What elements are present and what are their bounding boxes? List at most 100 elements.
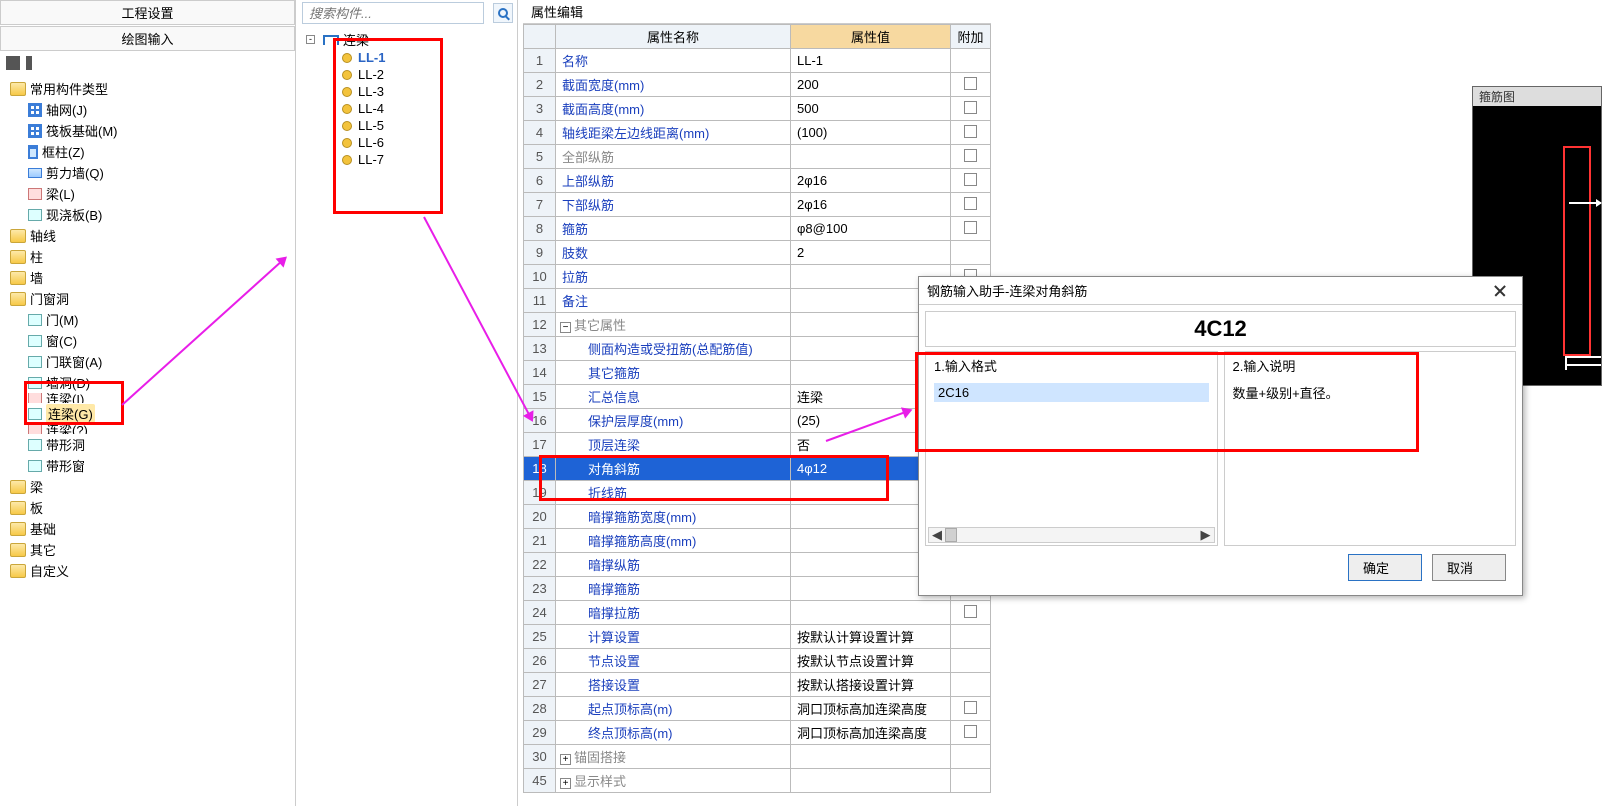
prop-name[interactable]: 暗撑箍筋 — [556, 577, 791, 601]
prop-name[interactable]: −其它属性 — [556, 313, 791, 337]
tree-item-4[interactable]: 梁(L) — [10, 183, 293, 204]
comp-item-2[interactable]: LL-3 — [306, 83, 511, 100]
expand-icon[interactable]: + — [560, 778, 571, 789]
prop-value[interactable]: 按默认节点设置计算 — [791, 649, 951, 673]
prop-name[interactable]: 下部纵筋 — [556, 193, 791, 217]
prop-name[interactable]: 侧面构造或受扭筋(总配筋值) — [556, 337, 791, 361]
prop-value[interactable]: 2φ16 — [791, 193, 951, 217]
h-scrollbar[interactable]: ◀ ▶ — [928, 527, 1215, 543]
panel-header-1[interactable]: 工程设置 — [0, 0, 295, 25]
prop-addon[interactable] — [951, 145, 991, 169]
bottom-folder-0[interactable]: 梁 — [10, 476, 293, 497]
prop-row-27[interactable]: 27 搭接设置 按默认搭接设置计算 — [524, 673, 991, 697]
prop-name[interactable]: 折线筋 — [556, 481, 791, 505]
prop-name[interactable]: 全部纵筋 — [556, 145, 791, 169]
panel-header-2[interactable]: 绘图输入 — [0, 26, 295, 51]
prop-row-26[interactable]: 26 节点设置 按默认节点设置计算 — [524, 649, 991, 673]
prop-name[interactable]: +显示样式 — [556, 769, 791, 793]
checkbox[interactable] — [964, 221, 977, 234]
tree-item-5[interactable]: 现浇板(B) — [10, 204, 293, 225]
prop-row-9[interactable]: 9 肢数 2 — [524, 241, 991, 265]
checkbox[interactable] — [964, 701, 977, 714]
prop-value[interactable] — [791, 769, 951, 793]
prop-addon[interactable] — [951, 169, 991, 193]
prop-name[interactable]: +锚固搭接 — [556, 745, 791, 769]
scroll-right-icon[interactable]: ▶ — [1198, 528, 1214, 542]
prop-name[interactable]: 计算设置 — [556, 625, 791, 649]
prop-name[interactable]: 终点顶标高(m) — [556, 721, 791, 745]
prop-name[interactable]: 汇总信息 — [556, 385, 791, 409]
prop-name[interactable]: 截面高度(mm) — [556, 97, 791, 121]
prop-name[interactable]: 截面宽度(mm) — [556, 73, 791, 97]
prop-value[interactable]: 2φ16 — [791, 169, 951, 193]
search-input[interactable] — [302, 2, 484, 24]
bottom-folder-4[interactable]: 自定义 — [10, 560, 293, 581]
prop-name[interactable]: 顶层连梁 — [556, 433, 791, 457]
prop-row-5[interactable]: 5 全部纵筋 — [524, 145, 991, 169]
prop-name[interactable]: 拉筋 — [556, 265, 791, 289]
comp-root[interactable]: -连梁 — [306, 30, 511, 49]
format-item[interactable]: 2C16 — [934, 383, 1209, 402]
prop-row-24[interactable]: 24 暗撑拉筋 — [524, 601, 991, 625]
prop-value[interactable]: 按默认搭接设置计算 — [791, 673, 951, 697]
prop-row-7[interactable]: 7 下部纵筋 2φ16 — [524, 193, 991, 217]
scroll-left-icon[interactable]: ◀ — [929, 528, 945, 542]
prop-name[interactable]: 保护层厚度(mm) — [556, 409, 791, 433]
comp-item-6[interactable]: LL-7 — [306, 151, 511, 168]
door-item-1[interactable]: 窗(C) — [10, 330, 293, 351]
prop-name[interactable]: 对角斜筋 — [556, 457, 791, 481]
ok-button[interactable]: 确定 — [1348, 554, 1422, 581]
post-item-0[interactable]: 带形洞 — [10, 434, 293, 455]
prop-name[interactable]: 节点设置 — [556, 649, 791, 673]
checkbox[interactable] — [964, 197, 977, 210]
prop-name[interactable]: 上部纵筋 — [556, 169, 791, 193]
prop-name[interactable]: 箍筋 — [556, 217, 791, 241]
tree-door-folder[interactable]: 门窗洞 — [10, 288, 293, 309]
tree-item-1[interactable]: 筏板基础(M) — [10, 120, 293, 141]
prop-name[interactable]: 备注 — [556, 289, 791, 313]
comp-item-0[interactable]: LL-1 — [306, 49, 511, 66]
prop-addon[interactable] — [951, 601, 991, 625]
checkbox[interactable] — [964, 173, 977, 186]
prop-value[interactable]: 按默认计算设置计算 — [791, 625, 951, 649]
tree-item-2[interactable]: 框柱(Z) — [10, 141, 293, 162]
door-item-0[interactable]: 门(M) — [10, 309, 293, 330]
tree-folder-0[interactable]: 轴线 — [10, 225, 293, 246]
prop-addon[interactable] — [951, 97, 991, 121]
checkbox[interactable] — [964, 725, 977, 738]
comp-item-5[interactable]: LL-6 — [306, 134, 511, 151]
prop-name[interactable]: 名称 — [556, 49, 791, 73]
bottom-folder-3[interactable]: 其它 — [10, 539, 293, 560]
prop-name[interactable]: 轴线距梁左边线距离(mm) — [556, 121, 791, 145]
prop-row-8[interactable]: 8 箍筋 φ8@100 — [524, 217, 991, 241]
expand-icon[interactable]: + — [560, 754, 571, 765]
prop-row-45[interactable]: 45 +显示样式 — [524, 769, 991, 793]
prop-value[interactable]: (100) — [791, 121, 951, 145]
tree-folder-2[interactable]: 墙 — [10, 267, 293, 288]
prop-value[interactable]: 洞口顶标高加连梁高度 — [791, 697, 951, 721]
prop-row-6[interactable]: 6 上部纵筋 2φ16 — [524, 169, 991, 193]
prop-value[interactable] — [791, 145, 951, 169]
prop-row-3[interactable]: 3 截面高度(mm) 500 — [524, 97, 991, 121]
prop-row-2[interactable]: 2 截面宽度(mm) 200 — [524, 73, 991, 97]
prop-value[interactable]: 洞口顶标高加连梁高度 — [791, 721, 951, 745]
prop-row-25[interactable]: 25 计算设置 按默认计算设置计算 — [524, 625, 991, 649]
prop-name[interactable]: 其它箍筋 — [556, 361, 791, 385]
prop-row-4[interactable]: 4 轴线距梁左边线距离(mm) (100) — [524, 121, 991, 145]
prop-row-28[interactable]: 28 起点顶标高(m) 洞口顶标高加连梁高度 — [524, 697, 991, 721]
trunc-item[interactable]: 连梁(?) — [10, 424, 293, 434]
prop-addon[interactable] — [951, 721, 991, 745]
tree-folder-1[interactable]: 柱 — [10, 246, 293, 267]
prop-name[interactable]: 暗撑箍筋高度(mm) — [556, 529, 791, 553]
checkbox[interactable] — [964, 125, 977, 138]
expand-icon[interactable]: − — [560, 322, 571, 333]
comp-item-4[interactable]: LL-5 — [306, 117, 511, 134]
prop-row-29[interactable]: 29 终点顶标高(m) 洞口顶标高加连梁高度 — [524, 721, 991, 745]
prop-name[interactable]: 起点顶标高(m) — [556, 697, 791, 721]
cancel-button[interactable]: 取消 — [1432, 554, 1506, 581]
prop-name[interactable]: 暗撑纵筋 — [556, 553, 791, 577]
bottom-folder-2[interactable]: 基础 — [10, 518, 293, 539]
tree-item-0[interactable]: 轴网(J) — [10, 99, 293, 120]
close-icon[interactable] — [1486, 282, 1514, 300]
prop-addon[interactable] — [951, 193, 991, 217]
